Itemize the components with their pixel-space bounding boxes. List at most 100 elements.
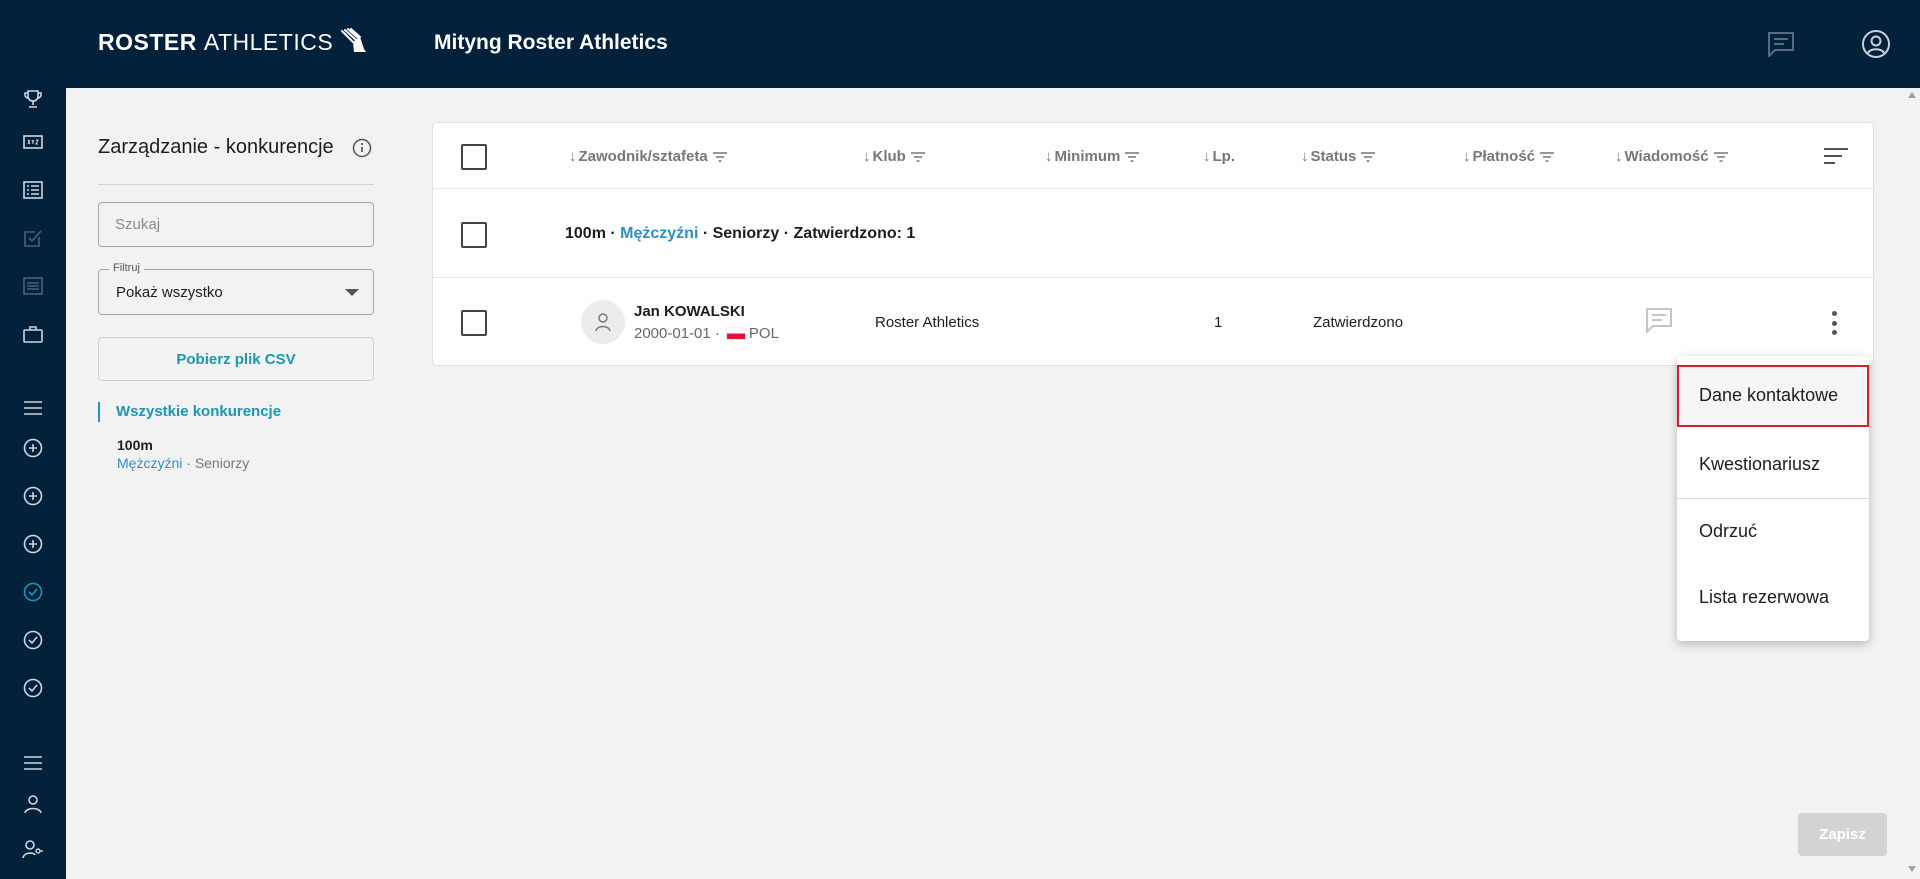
column-label: Klub [872, 148, 906, 165]
poland-flag-icon [725, 327, 746, 340]
roster-athletics-logo[interactable]: ROSTER ATHLETICS [98, 28, 369, 56]
menu-icon[interactable] [22, 752, 44, 774]
top-bar: ROSTER ATHLETICS Mityng Roster Athletics [0, 0, 1920, 88]
person-icon [595, 313, 611, 332]
info-icon[interactable] [352, 138, 372, 163]
filter-icon[interactable] [910, 151, 925, 162]
column-label: Zawodnik/sztafeta [578, 148, 708, 165]
column-header-lp[interactable]: ↓ Lp. [1203, 148, 1235, 165]
account-icon[interactable] [1861, 29, 1891, 64]
sort-arrow-icon: ↓ [1045, 148, 1053, 165]
menu-icon[interactable] [22, 397, 44, 419]
athlete-meta: 2000-01-01 · POL [634, 325, 779, 342]
page-title: Zarządzanie - konkurencje [98, 136, 334, 158]
logo-bold-text: ROSTER [98, 28, 197, 55]
club-cell: Roster Athletics [875, 314, 980, 331]
add-circle-icon[interactable] [22, 437, 44, 459]
status-cell: Zatwierdzono [1313, 314, 1404, 331]
row-checkbox[interactable] [461, 310, 487, 336]
filter-icon[interactable] [1713, 151, 1728, 162]
column-settings-icon[interactable] [1823, 147, 1849, 170]
search-input[interactable] [98, 202, 374, 247]
column-header-club[interactable]: ↓ Klub [863, 148, 925, 165]
scroll-down-arrow[interactable] [1908, 866, 1916, 872]
column-label: Minimum [1054, 148, 1121, 165]
entries-table: ↓ Zawodnik/sztafeta ↓ Klub ↓ Minimum ↓ L… [432, 122, 1874, 366]
avatar [581, 300, 625, 344]
lp-cell: 1 [1214, 314, 1223, 331]
checklist-icon[interactable] [22, 227, 44, 249]
trophy-icon[interactable] [22, 88, 44, 110]
check-circle-icon[interactable] [22, 629, 44, 651]
more-options-icon[interactable] [1830, 311, 1838, 335]
dot [1831, 320, 1837, 326]
event-name: 100m [117, 437, 153, 453]
sort-arrow-icon: ↓ [863, 148, 871, 165]
event-gender: Mężczyźni [117, 455, 183, 471]
column-header-athlete[interactable]: ↓ Zawodnik/sztafeta [569, 148, 727, 165]
group-summary: · Seniorzy · Zatwierdzono: 1 [698, 225, 916, 242]
sort-arrow-icon: ↓ [569, 148, 577, 165]
panel-divider [98, 184, 374, 185]
list-icon[interactable] [22, 179, 44, 201]
athlete-birthdate: 2000-01-01 · [634, 325, 720, 342]
column-header-status[interactable]: ↓ Status [1301, 148, 1376, 165]
menu-item-contact[interactable]: Dane kontaktowe [1677, 365, 1869, 427]
messages-icon[interactable] [1767, 31, 1795, 62]
dot [1831, 330, 1837, 335]
menu-item-reserve-list[interactable]: Lista rezerwowa [1677, 567, 1869, 627]
column-label: Płatność [1472, 148, 1536, 165]
person-icon[interactable] [22, 793, 44, 815]
column-header-message[interactable]: ↓ Wiadomość [1615, 148, 1728, 165]
group-title: 100m · Mężczyźni · Seniorzy · Zatwierdzo… [565, 225, 915, 243]
sort-arrow-icon: ↓ [1463, 148, 1471, 165]
document-icon[interactable] [22, 275, 44, 297]
person-key-icon[interactable] [22, 838, 44, 860]
sort-arrow-icon: ↓ [1301, 148, 1309, 165]
column-header-minimum[interactable]: ↓ Minimum [1045, 148, 1140, 165]
all-events-link[interactable]: Wszystkie konkurencje [98, 402, 281, 422]
athlete-country: POL [748, 325, 779, 342]
message-icon[interactable] [1645, 307, 1673, 338]
filter-icon[interactable] [712, 151, 727, 162]
column-label: Status [1310, 148, 1357, 165]
filter-select[interactable]: Filtruj Pokaż wszystko [98, 262, 374, 315]
dot [1831, 311, 1837, 316]
athlete-name[interactable]: Jan KOWALSKI [634, 303, 745, 320]
row-actions-menu: Dane kontaktowe Kwestionariusz Odrzuć Li… [1677, 356, 1869, 641]
filter-icon[interactable] [1361, 151, 1376, 162]
event-category: Seniorzy [194, 455, 250, 471]
sidebar-rail [0, 88, 66, 879]
scoreboard-icon[interactable] [22, 131, 44, 153]
briefcase-icon[interactable] [22, 323, 44, 345]
group-gender: Mężczyźni [620, 225, 699, 242]
group-event: 100m · [565, 225, 621, 242]
row-divider [433, 188, 1873, 189]
filter-value: Pokaż wszystko [116, 284, 223, 301]
caret-down-icon [345, 289, 359, 296]
add-circle-icon[interactable] [22, 485, 44, 507]
menu-item-reject[interactable]: Odrzuć [1677, 501, 1869, 561]
column-label: Lp. [1212, 148, 1236, 165]
scroll-up-arrow[interactable] [1908, 92, 1916, 98]
logo-regular-text: ATHLETICS [203, 28, 334, 55]
menu-item-questionnaire[interactable]: Kwestionariusz [1677, 434, 1869, 494]
sort-arrow-icon: ↓ [1203, 148, 1211, 165]
event-nav-item[interactable]: 100m Mężczyźni · Seniorzy [117, 436, 249, 472]
event-separator: · [182, 455, 195, 471]
filter-label: Filtruj [109, 262, 144, 274]
column-header-payment[interactable]: ↓ Płatność [1463, 148, 1555, 165]
filter-icon[interactable] [1125, 151, 1140, 162]
check-circle-icon[interactable] [22, 677, 44, 699]
save-button[interactable]: Zapisz [1798, 813, 1887, 856]
filter-icon[interactable] [1540, 151, 1555, 162]
winged-shoe-icon [341, 28, 367, 52]
group-checkbox[interactable] [461, 222, 487, 248]
sort-arrow-icon: ↓ [1615, 148, 1623, 165]
add-circle-icon[interactable] [22, 533, 44, 555]
row-divider [433, 277, 1873, 278]
select-all-checkbox[interactable] [461, 144, 487, 170]
check-circle-icon-active[interactable] [22, 581, 44, 603]
download-csv-button[interactable]: Pobierz plik CSV [98, 337, 374, 381]
column-label: Wiadomość [1624, 148, 1709, 165]
